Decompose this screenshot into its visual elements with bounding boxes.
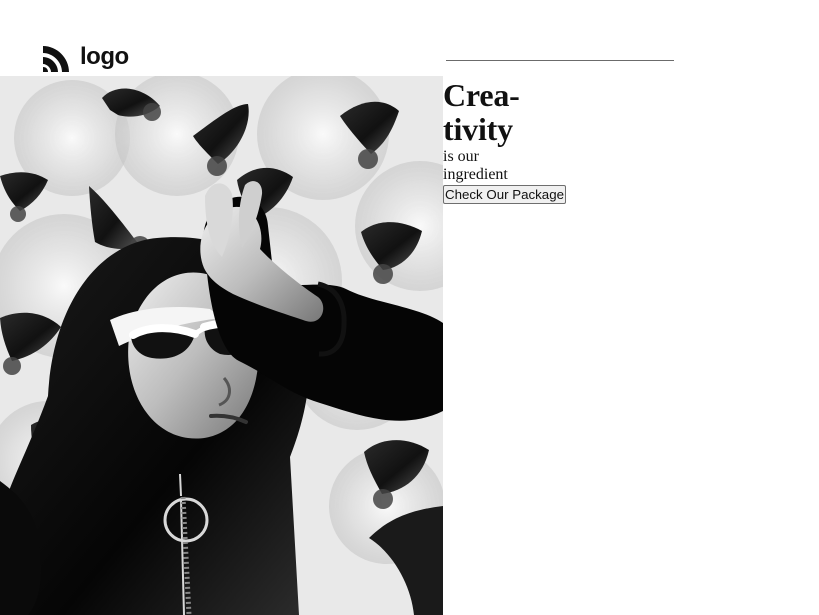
landing-page: logo Crea- tivity is our ingredient Chec… (0, 0, 819, 615)
hero-tagline: is our ingredient (443, 148, 693, 184)
check-package-button[interactable]: Check Our Package (443, 185, 566, 204)
tagline-line-1: is our (443, 148, 479, 165)
tagline-line-2: ingredient (443, 166, 508, 183)
rss-stripes-icon (43, 46, 69, 72)
logo-text: logo (80, 43, 129, 70)
headline-line-2: tivity (443, 111, 513, 147)
brand-logo[interactable]: logo (42, 43, 129, 73)
hero-copy: Crea- tivity is our ingredient Check Our… (443, 78, 693, 204)
headline-line-1: Crea- (443, 77, 520, 113)
portrait-photo-graphic (0, 76, 443, 615)
hero-image (0, 76, 443, 615)
site-header: logo (0, 0, 819, 76)
hero-headline: Crea- tivity (443, 78, 693, 146)
header-divider (446, 60, 674, 61)
